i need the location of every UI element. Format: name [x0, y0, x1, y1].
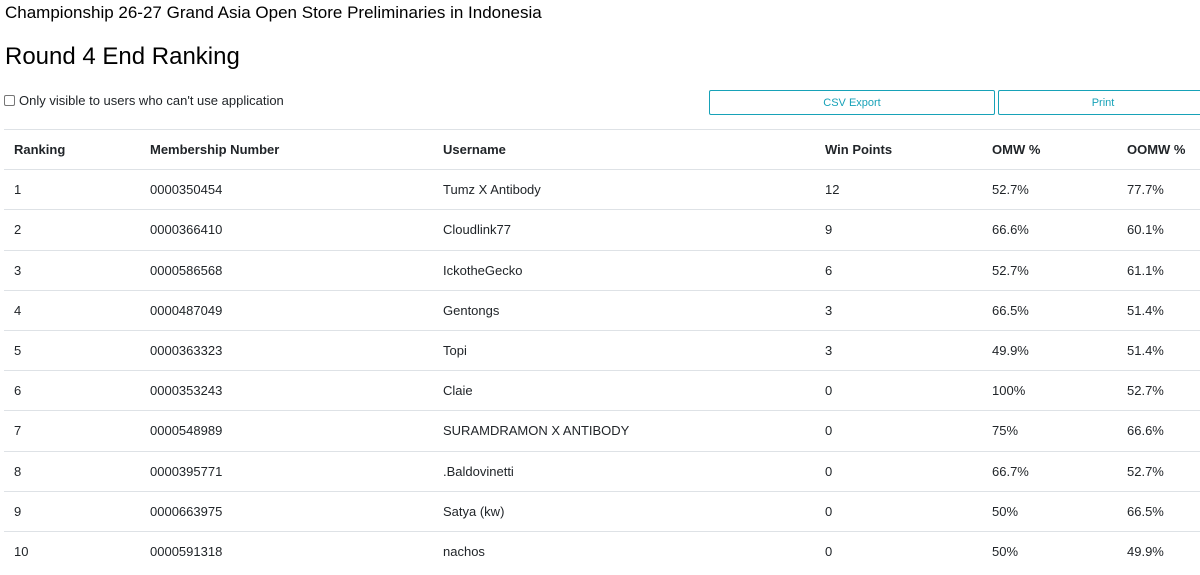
cell-win-points: 0: [815, 530, 982, 572]
cell-win-points: 0: [815, 370, 982, 411]
cell-membership-number: 0000591318: [140, 530, 433, 572]
table-row: 9 0000663975 Satya (kw) 0 50% 66.5%: [4, 490, 1200, 532]
print-button[interactable]: Print: [998, 90, 1200, 115]
table-row: 4 0000487049 Gentongs 3 66.5% 51.4%: [4, 289, 1200, 331]
cell-win-points: 0: [815, 410, 982, 451]
cell-membership-number: 0000395771: [140, 450, 433, 492]
table-row: 8 0000395771 .Baldovinetti 0 66.7% 52.7%: [4, 450, 1200, 492]
cell-win-points: 0: [815, 490, 982, 532]
cell-oomw: 49.9%: [1117, 530, 1200, 572]
cell-win-points: 3: [815, 329, 982, 371]
visibility-checkbox-label: Only visible to users who can't use appl…: [19, 93, 284, 108]
cell-membership-number: 0000548989: [140, 410, 433, 451]
cell-membership-number: 0000366410: [140, 209, 433, 251]
column-header-membership-number: Membership Number: [140, 128, 433, 171]
table-header-row: Ranking Membership Number Username Win P…: [4, 128, 1200, 171]
table-row: 5 0000363323 Topi 3 49.9% 51.4%: [4, 329, 1200, 371]
cell-win-points: 3: [815, 289, 982, 331]
page-title: Round 4 End Ranking: [5, 43, 240, 70]
cell-oomw: 51.4%: [1117, 329, 1200, 371]
cell-ranking: 9: [4, 490, 140, 532]
cell-omw: 50%: [982, 490, 1117, 532]
cell-username: IckotheGecko: [433, 249, 815, 291]
table-row: 6 0000353243 Claie 0 100% 52.7%: [4, 370, 1200, 411]
cell-omw: 66.6%: [982, 209, 1117, 251]
cell-ranking: 4: [4, 289, 140, 331]
cell-username: Satya (kw): [433, 490, 815, 532]
cell-ranking: 2: [4, 209, 140, 251]
cell-oomw: 66.6%: [1117, 410, 1200, 451]
cell-username: Gentongs: [433, 289, 815, 331]
cell-win-points: 0: [815, 450, 982, 492]
cell-ranking: 3: [4, 249, 140, 291]
cell-oomw: 51.4%: [1117, 289, 1200, 331]
cell-oomw: 61.1%: [1117, 249, 1200, 291]
ranking-table-body: 1 0000350454 Tumz X Antibody 12 52.7% 77.7% 2 0…: [4, 169, 1200, 572]
cell-username: Cloudlink77: [433, 209, 815, 251]
cell-omw: 66.7%: [982, 450, 1117, 492]
cell-username: SURAMDRAMON X ANTIBODY: [433, 410, 815, 451]
column-header-ranking: Ranking: [4, 128, 140, 171]
table-row: 1 0000350454 Tumz X Antibody 12 52.7% 77.7%: [4, 169, 1200, 210]
cell-omw: 66.5%: [982, 289, 1117, 331]
table-row: 7 0000548989 SURAMDRAMON X ANTIBODY 0 75% 66.…: [4, 410, 1200, 451]
cell-omw: 49.9%: [982, 329, 1117, 371]
cell-oomw: 52.7%: [1117, 370, 1200, 411]
cell-oomw: 66.5%: [1117, 490, 1200, 532]
cell-ranking: 1: [4, 169, 140, 210]
cell-ranking: 7: [4, 410, 140, 451]
cell-ranking: 8: [4, 450, 140, 492]
cell-ranking: 5: [4, 329, 140, 371]
ranking-table: Ranking Membership Number Username Win P…: [4, 128, 1200, 572]
cell-username: Claie: [433, 370, 815, 411]
cell-omw: 52.7%: [982, 169, 1117, 210]
cell-username: Tumz X Antibody: [433, 169, 815, 210]
cell-oomw: 60.1%: [1117, 209, 1200, 251]
cell-omw: 50%: [982, 530, 1117, 572]
cell-omw: 75%: [982, 410, 1117, 451]
table-row: 10 0000591318 nachos 0 50% 49.9%: [4, 530, 1200, 572]
cell-omw: 52.7%: [982, 249, 1117, 291]
cell-username: nachos: [433, 530, 815, 572]
cell-membership-number: 0000363323: [140, 329, 433, 371]
cell-username: .Baldovinetti: [433, 450, 815, 492]
column-header-oomw: OOMW %: [1117, 128, 1200, 171]
column-header-username: Username: [433, 128, 815, 171]
cell-ranking: 10: [4, 530, 140, 572]
column-header-win-points: Win Points: [815, 128, 982, 171]
event-title: Championship 26-27 Grand Asia Open Store…: [5, 3, 542, 22]
cell-membership-number: 0000663975: [140, 490, 433, 532]
cell-membership-number: 0000586568: [140, 249, 433, 291]
csv-export-button[interactable]: CSV Export: [709, 90, 995, 115]
table-row: 2 0000366410 Cloudlink77 9 66.6% 60.1%: [4, 209, 1200, 251]
cell-ranking: 6: [4, 370, 140, 411]
visibility-filter[interactable]: Only visible to users who can't use appl…: [4, 93, 284, 108]
cell-membership-number: 0000487049: [140, 289, 433, 331]
cell-omw: 100%: [982, 370, 1117, 411]
cell-win-points: 12: [815, 169, 982, 210]
cell-oomw: 77.7%: [1117, 169, 1200, 210]
cell-membership-number: 0000353243: [140, 370, 433, 411]
cell-username: Topi: [433, 329, 815, 371]
cell-membership-number: 0000350454: [140, 169, 433, 210]
table-row: 3 0000586568 IckotheGecko 6 52.7% 61.1%: [4, 249, 1200, 291]
cell-win-points: 9: [815, 209, 982, 251]
visibility-checkbox[interactable]: [4, 95, 15, 106]
cell-win-points: 6: [815, 249, 982, 291]
cell-oomw: 52.7%: [1117, 450, 1200, 492]
column-header-omw: OMW %: [982, 128, 1117, 171]
